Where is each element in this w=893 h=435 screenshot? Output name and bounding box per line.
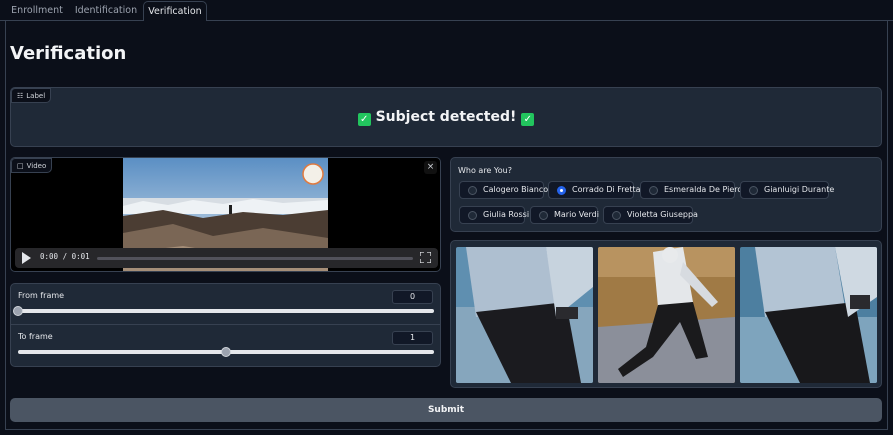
- video-camera-icon: □: [17, 162, 24, 170]
- tab-identification[interactable]: Identification: [72, 1, 140, 21]
- video-player[interactable]: □ Video × 0:00 / 0:01: [10, 157, 441, 272]
- video-controls: 0:00 / 0:01: [15, 248, 438, 268]
- check-icon: ✓: [357, 113, 371, 126]
- to-frame-label: To frame: [18, 332, 53, 341]
- seek-bar[interactable]: [97, 257, 413, 260]
- tab-enrollment[interactable]: Enrollment: [6, 1, 68, 21]
- radio-option-giulia-rossi[interactable]: Giulia Rossi: [459, 206, 529, 224]
- gallery-image[interactable]: [740, 247, 877, 383]
- submit-button[interactable]: Submit: [10, 398, 882, 422]
- from-frame-slider[interactable]: [13, 306, 434, 316]
- radio-option-esmeralda-de-piero[interactable]: Esmeralda De Piero: [640, 181, 742, 199]
- radio-option-gianluigi-durante[interactable]: Gianluigi Durante: [740, 181, 834, 199]
- radio-option-calogero-bianco[interactable]: Calogero Bianco: [459, 181, 548, 199]
- tab-bar: Enrollment Identification Verification: [0, 0, 893, 21]
- radio-option-label: Esmeralda De Piero: [664, 185, 743, 194]
- radio-option-label: Gianluigi Durante: [764, 185, 835, 194]
- gallery-image[interactable]: [598, 247, 735, 383]
- radio-title: Who are You?: [458, 166, 512, 175]
- label-result: ✓ Subject detected! ✓: [11, 109, 881, 126]
- label-tag: ☷ Label: [11, 88, 52, 103]
- from-frame-label: From frame: [18, 291, 65, 300]
- who-are-you-radio: Who are You? Calogero Bianco Corrado Di …: [450, 157, 882, 232]
- radio-button[interactable]: [468, 211, 477, 220]
- radio-option-violetta-giuseppa[interactable]: Violetta Giuseppa: [603, 206, 698, 224]
- radio-button[interactable]: [468, 186, 477, 195]
- radio-option-label: Mario Verdi: [554, 210, 599, 219]
- fullscreen-icon[interactable]: [420, 252, 431, 263]
- video-tag: □ Video: [11, 158, 53, 173]
- radio-button[interactable]: [649, 186, 658, 195]
- radio-button[interactable]: [557, 186, 566, 195]
- check-icon: ✓: [521, 113, 535, 126]
- radio-button[interactable]: [749, 186, 758, 195]
- radio-button[interactable]: [539, 211, 548, 220]
- divider: [11, 324, 440, 325]
- gallery-image[interactable]: [456, 247, 593, 383]
- video-time: 0:00 / 0:01: [40, 252, 90, 261]
- gallery-image-graphic: [456, 247, 593, 383]
- radio-button[interactable]: [612, 211, 621, 220]
- label-output: ☷ Label ✓ Subject detected! ✓: [10, 87, 882, 147]
- radio-option-label: Calogero Bianco: [483, 185, 549, 194]
- gallery-image-graphic: [598, 247, 735, 383]
- radio-option-label: Giulia Rossi: [483, 210, 530, 219]
- radio-option-corrado-di-fretta[interactable]: Corrado Di Fretta: [548, 181, 641, 199]
- label-result-text: Subject detected!: [375, 109, 517, 125]
- radio-option-mario-verdi[interactable]: Mario Verdi: [530, 206, 599, 224]
- slider-thumb[interactable]: [13, 306, 23, 316]
- page-title: Verification: [10, 43, 127, 64]
- play-icon[interactable]: [22, 252, 31, 264]
- radio-option-label: Violetta Giuseppa: [627, 210, 698, 219]
- label-tag-text: Label: [26, 92, 46, 100]
- close-icon[interactable]: ×: [424, 161, 437, 174]
- from-frame-input[interactable]: 0: [392, 290, 433, 304]
- slider-thumb[interactable]: [221, 347, 231, 357]
- video-tag-text: Video: [26, 162, 47, 170]
- to-frame-slider[interactable]: [18, 347, 434, 357]
- label-icon: ☷: [17, 92, 24, 100]
- tab-verification[interactable]: Verification: [143, 1, 207, 21]
- frame-sliders: From frame 0 To frame 1: [10, 283, 441, 367]
- to-frame-input[interactable]: 1: [392, 331, 433, 345]
- radio-option-label: Corrado Di Fretta: [572, 185, 641, 194]
- frame-gallery: [450, 240, 882, 388]
- gallery-image-graphic: [740, 247, 877, 383]
